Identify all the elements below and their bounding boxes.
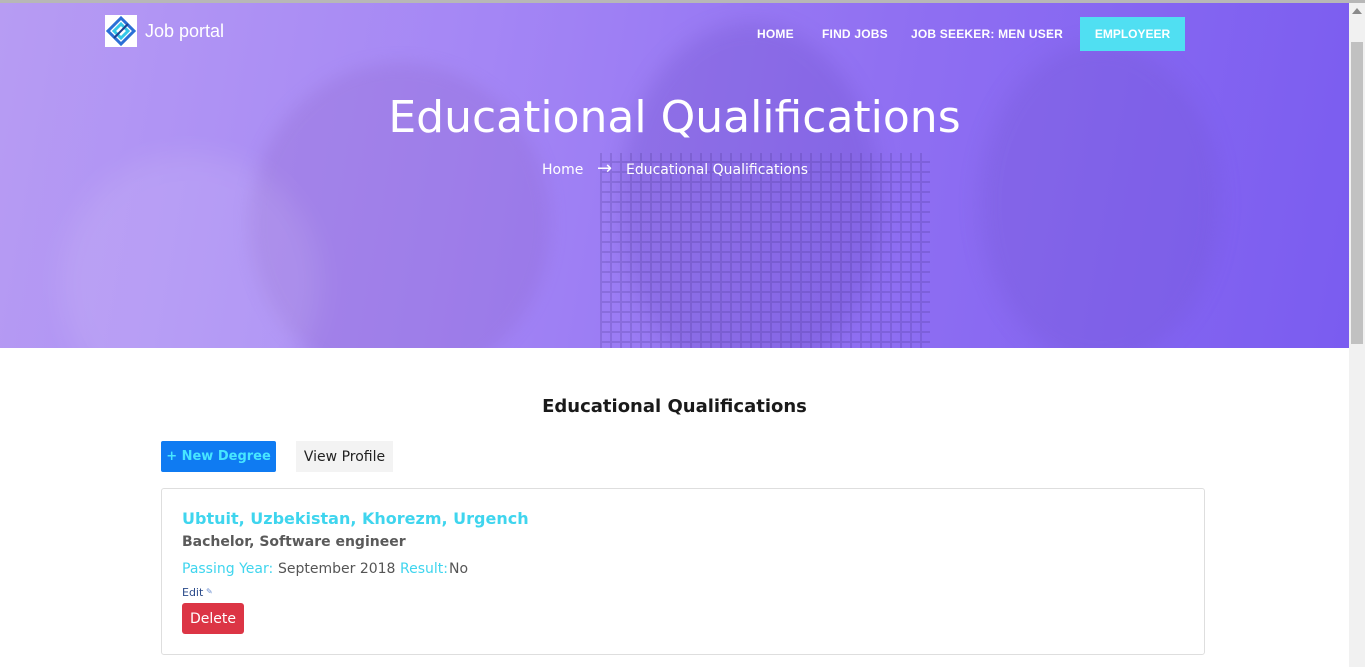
result-value: No [449,561,469,577]
brand-name[interactable]: Job portal [145,21,224,42]
institution-name: Ubtuit, Uzbekistan, Khorezm, Urgench [182,509,529,528]
nav-find-jobs-link[interactable]: FIND JOBS [822,27,888,41]
passing-year-label: Passing Year: [182,561,274,577]
pencil-icon[interactable]: ✎ [206,587,213,596]
result-label: Result: [400,561,448,577]
breadcrumb-home-link[interactable]: Home [542,162,583,178]
chevron-down-icon[interactable]: ⌄ [1045,26,1053,37]
section-title: Educational Qualifications [542,396,807,417]
view-profile-button[interactable]: View Profile [296,441,393,472]
new-degree-button[interactable]: + New Degree [161,441,276,472]
scrollbar-thumb[interactable] [1351,42,1363,344]
arrow-right-icon: → [597,158,613,179]
hero-background-shape [980,43,1220,348]
page: Job portal HOME FIND JOBS JOB SEEKER: ME… [0,0,1365,667]
page-title: Educational Qualifications [388,92,961,143]
hero-background-pattern [600,153,930,348]
employer-button[interactable]: EMPLOYEER [1080,17,1185,51]
nav-job-seeker-dropdown[interactable]: JOB SEEKER: MEN USER [911,27,1063,41]
job-portal-logo-icon[interactable] [105,15,137,47]
qualification-card: Ubtuit, Uzbekistan, Khorezm, Urgench Bac… [161,488,1205,655]
delete-button[interactable]: Delete [182,603,244,634]
scroll-up-arrow-icon[interactable] [1352,8,1362,14]
breadcrumb-current: Educational Qualifications [626,162,809,178]
degree-name: Bachelor, Software engineer [182,534,406,550]
nav-home-link[interactable]: HOME [757,27,794,41]
passing-year-value: September 2018 [278,561,396,577]
edit-link[interactable]: Edit [182,586,203,599]
